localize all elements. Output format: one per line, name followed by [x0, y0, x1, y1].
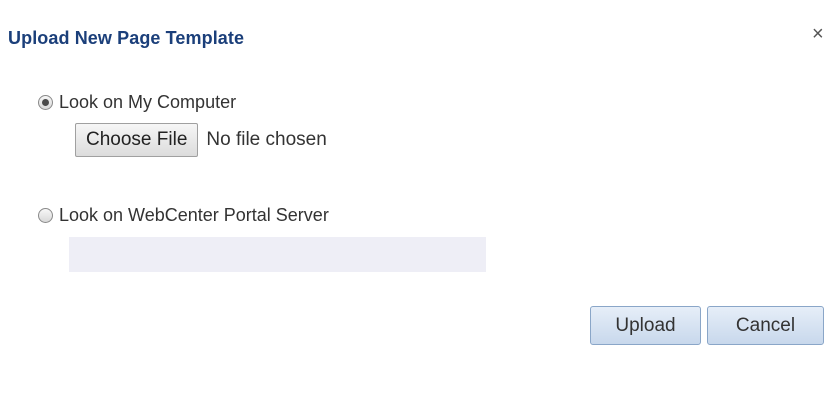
upload-template-dialog: Upload New Page Template × Look on My Co…: [0, 0, 831, 419]
radio-option-portal-server[interactable]: Look on WebCenter Portal Server: [38, 205, 329, 226]
file-status-text: No file chosen: [206, 129, 327, 150]
file-picker: Choose File No file chosen: [75, 123, 327, 157]
upload-button[interactable]: Upload: [590, 306, 701, 345]
radio-label-portal-server[interactable]: Look on WebCenter Portal Server: [59, 205, 329, 226]
choose-file-button[interactable]: Choose File: [75, 123, 199, 157]
radio-button-portal-server[interactable]: [38, 208, 53, 223]
server-path-input[interactable]: [69, 237, 486, 272]
cancel-button[interactable]: Cancel: [707, 306, 824, 345]
radio-button-my-computer[interactable]: [38, 95, 53, 110]
radio-option-my-computer[interactable]: Look on My Computer: [38, 92, 236, 113]
radio-label-my-computer[interactable]: Look on My Computer: [59, 92, 236, 113]
close-icon[interactable]: ×: [812, 24, 831, 44]
dialog-title: Upload New Page Template: [8, 28, 245, 48]
